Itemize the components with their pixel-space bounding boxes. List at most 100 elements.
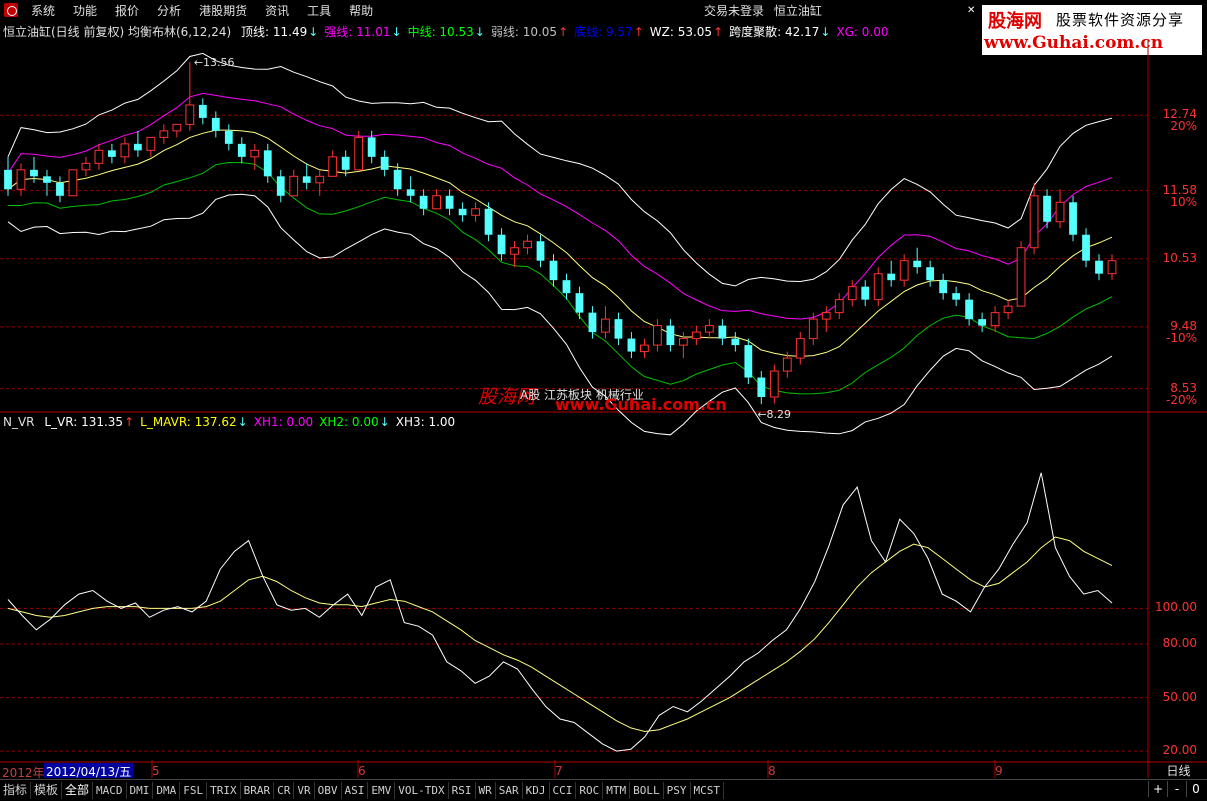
date-month: 7 bbox=[555, 764, 563, 778]
tab-fsl[interactable]: FSL bbox=[180, 782, 208, 799]
zoom-reset-button[interactable]: 0 bbox=[1186, 781, 1205, 797]
candle-body bbox=[289, 175, 299, 197]
tab-obv[interactable]: OBV bbox=[315, 782, 342, 799]
zoom-in-button[interactable]: + bbox=[1148, 781, 1167, 797]
candle-body bbox=[861, 286, 870, 300]
weak-line bbox=[8, 161, 1113, 395]
zoom-controls: + - 0 bbox=[1148, 781, 1205, 797]
candle-body bbox=[821, 312, 831, 320]
candle-body bbox=[782, 357, 792, 372]
tab-asi[interactable]: ASI bbox=[342, 782, 369, 799]
tab-wr[interactable]: WR bbox=[476, 782, 496, 799]
candle-body bbox=[172, 123, 182, 132]
tab-dma[interactable]: DMA bbox=[153, 782, 181, 799]
date-month: 8 bbox=[768, 764, 776, 778]
candle-body bbox=[43, 176, 51, 183]
candle-body bbox=[1003, 305, 1013, 314]
candle-body bbox=[847, 286, 857, 301]
period-selector[interactable]: 日线 bbox=[1150, 762, 1207, 778]
candle-body bbox=[81, 162, 91, 171]
tab-mtm[interactable]: MTM bbox=[603, 782, 631, 799]
candle-body bbox=[873, 273, 883, 301]
candle-body bbox=[354, 136, 364, 171]
candle-body bbox=[744, 345, 753, 378]
tab-template[interactable]: 模板 bbox=[31, 782, 63, 799]
candle-body bbox=[484, 208, 493, 235]
candle-body bbox=[198, 104, 207, 118]
watermark-url: www.Guhai.com.cn bbox=[555, 395, 727, 414]
candle-body bbox=[120, 143, 130, 158]
candle-body bbox=[913, 260, 922, 268]
candle-body bbox=[237, 143, 246, 157]
tab-emv[interactable]: EMV bbox=[368, 782, 396, 799]
candle-body bbox=[1095, 260, 1103, 274]
sub-indicator: XH2: 0.00 bbox=[319, 415, 379, 429]
sub-legend: N_VR L_VR: 131.35↑ L_MAVR: 137.62↓ XH1: 0.… bbox=[3, 415, 467, 431]
tab-vr[interactable]: VR bbox=[294, 782, 315, 799]
candle-body bbox=[1082, 234, 1090, 261]
tab-mcst[interactable]: MCST bbox=[691, 782, 725, 799]
tab-macd[interactable]: MACD bbox=[93, 782, 127, 799]
candle-body bbox=[458, 208, 467, 216]
candle-body bbox=[133, 143, 142, 151]
candle-body bbox=[341, 156, 350, 170]
date-month: 5 bbox=[152, 764, 160, 778]
candle-body bbox=[731, 338, 740, 346]
vr-line bbox=[7, 472, 1113, 752]
candle-body bbox=[4, 169, 12, 190]
tab-all[interactable]: 全部 bbox=[62, 782, 94, 799]
candle-body bbox=[393, 169, 402, 190]
date-month: 6 bbox=[358, 764, 366, 778]
tab-brar[interactable]: BRAR bbox=[241, 782, 275, 799]
candle-body bbox=[224, 130, 233, 144]
tab-cr[interactable]: CR bbox=[274, 782, 295, 799]
pct-axis-label: -10% bbox=[1165, 330, 1197, 345]
tab-sar[interactable]: SAR bbox=[496, 782, 523, 799]
tab-indicator[interactable]: 指标 bbox=[0, 782, 32, 799]
tab-kdj[interactable]: KDJ bbox=[523, 782, 550, 799]
candle-body bbox=[769, 370, 779, 398]
candle-body bbox=[523, 240, 532, 249]
candle-body bbox=[978, 319, 987, 326]
candle-body bbox=[640, 344, 649, 353]
candle-body bbox=[952, 293, 961, 300]
candle-body bbox=[250, 149, 260, 158]
candle-body bbox=[887, 273, 896, 281]
tab-dmi[interactable]: DMI bbox=[127, 782, 154, 799]
zoom-out-button[interactable]: - bbox=[1167, 781, 1186, 797]
candle-body bbox=[562, 280, 571, 294]
candle-body bbox=[328, 156, 338, 177]
sub-indicator: L_VR: 131.35 bbox=[44, 415, 124, 429]
candle-body bbox=[315, 175, 325, 184]
candle-body bbox=[834, 299, 844, 314]
candle-body bbox=[1069, 202, 1077, 235]
tab-cci[interactable]: CCI bbox=[550, 782, 577, 799]
mavr-line bbox=[7, 536, 1113, 733]
tab-rsi[interactable]: RSI bbox=[449, 782, 476, 799]
sub-axis-label: 100.00 bbox=[1155, 600, 1197, 615]
candle-body bbox=[159, 130, 169, 138]
sub-indicator: XH1: 0.00 bbox=[253, 415, 314, 429]
candle-body bbox=[30, 169, 38, 177]
candle-body bbox=[445, 195, 454, 209]
candle-body bbox=[1107, 260, 1117, 275]
candle-body bbox=[666, 325, 675, 346]
arrow-up-icon: ↑ bbox=[124, 415, 135, 429]
candle-body bbox=[68, 169, 78, 197]
candle-body bbox=[94, 149, 104, 164]
candle-body bbox=[108, 150, 116, 157]
sub-indicator: XH3: 1.00 bbox=[395, 415, 456, 429]
candle-body bbox=[1029, 195, 1039, 249]
date-cursor: 2012/04/13/五 bbox=[44, 763, 134, 779]
candle-body bbox=[588, 312, 597, 333]
tab-vol-tdx[interactable]: VOL-TDX bbox=[395, 782, 449, 799]
tab-psy[interactable]: PSY bbox=[664, 782, 691, 799]
candle-body bbox=[704, 325, 714, 333]
pct-axis-label: -20% bbox=[1165, 392, 1197, 407]
indicator-tabbar: 指标 模板 全部 MACD DMI DMA FSL TRIX BRAR CR VR OBV ASI… bbox=[0, 779, 1207, 801]
candle-body bbox=[536, 241, 545, 261]
candle-body bbox=[549, 260, 558, 281]
tab-boll[interactable]: BOLL bbox=[630, 782, 664, 799]
tab-roc[interactable]: ROC bbox=[576, 782, 604, 799]
tab-trix[interactable]: TRIX bbox=[207, 782, 241, 799]
